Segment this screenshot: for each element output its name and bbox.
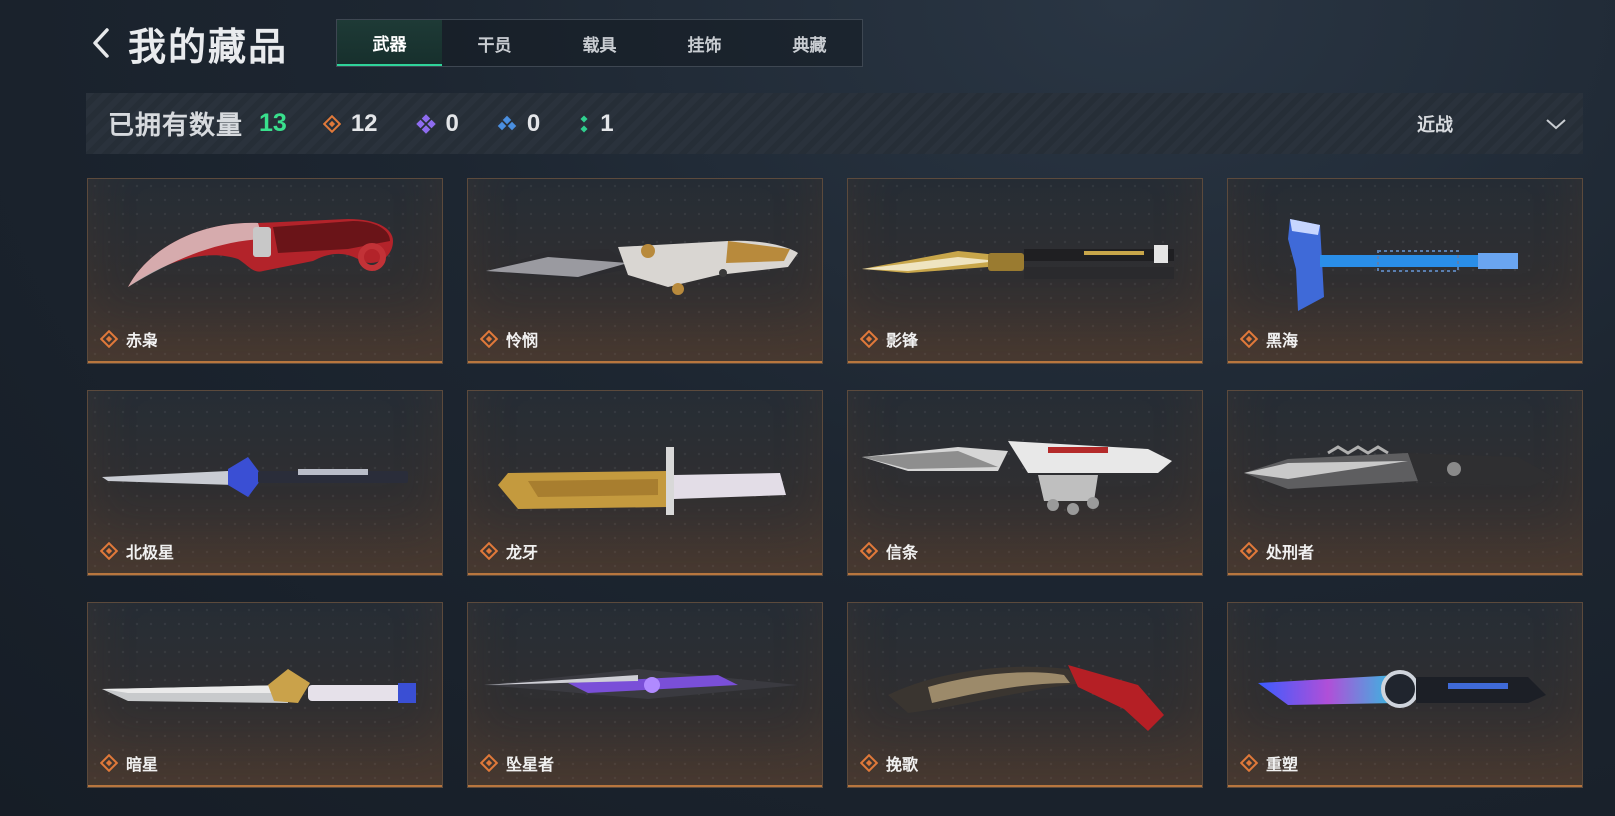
item-label: 处刑者: [1266, 545, 1315, 562]
item-card[interactable]: 北极星: [87, 390, 443, 576]
tab-collection[interactable]: 典藏: [757, 20, 862, 66]
serrated-knife-icon: [1244, 445, 1554, 489]
category-tabs: 武器 干员 载具 挂饰 典藏: [336, 19, 863, 67]
knuckle-knife-icon: [862, 441, 1172, 515]
summary-bar: 已拥有数量 13 12 0 0 1 近战: [86, 93, 1583, 154]
orange-diamond-icon: [860, 330, 878, 348]
item-name: 怜悯: [480, 327, 538, 351]
tactical-axe-icon: [1288, 219, 1518, 311]
item-label: 坠星者: [506, 757, 555, 774]
item-name: 信条: [860, 539, 918, 563]
stiletto-knife-icon: [102, 457, 408, 497]
orange-diamond-icon: [480, 330, 498, 348]
owned-count-value: 13: [259, 109, 287, 137]
item-label: 重塑: [1266, 757, 1299, 774]
chevron-left-icon: [93, 28, 109, 58]
item-label: 黑海: [1266, 333, 1299, 350]
orange-diamond-icon: [480, 754, 498, 772]
rarity-count-green: 1: [578, 109, 614, 138]
dagger-icon: [102, 669, 416, 703]
item-label: 信条: [886, 545, 919, 562]
item-label: 龙牙: [506, 545, 539, 562]
rarity-count-purple: 0: [415, 109, 459, 138]
chevron-down-icon: [1546, 118, 1566, 129]
orange-diamond-icon: [100, 330, 118, 348]
rarity-count-value: 0: [445, 109, 459, 137]
item-card[interactable]: 赤枭: [87, 178, 443, 364]
item-name: 重塑: [1240, 751, 1298, 775]
item-card[interactable]: 龙牙: [467, 390, 823, 576]
item-card[interactable]: 挽歌: [847, 602, 1203, 788]
item-name: 坠星者: [480, 751, 554, 775]
item-name: 处刑者: [1240, 539, 1314, 563]
tab-operators[interactable]: 干员: [442, 20, 547, 66]
item-name: 北极星: [100, 539, 174, 563]
orange-diamond-icon: [1240, 542, 1258, 560]
page-header: 我的藏品: [86, 18, 289, 69]
tab-weapons[interactable]: 武器: [337, 20, 442, 66]
tab-charms[interactable]: 挂饰: [652, 20, 757, 66]
item-card[interactable]: 黑海: [1227, 178, 1583, 364]
item-card[interactable]: 坠星者: [467, 602, 823, 788]
orange-diamond-icon: [860, 542, 878, 560]
owned-count-label: 已拥有数量: [108, 110, 244, 140]
purple-diamond-icon: [415, 113, 436, 134]
item-card[interactable]: 处刑者: [1227, 390, 1583, 576]
bayonet-knife-icon: [498, 447, 786, 515]
rarity-count-blue: 0: [497, 110, 540, 138]
page-title: 我的藏品: [128, 26, 289, 69]
rarity-count-value: 12: [350, 109, 378, 137]
item-card[interactable]: 信条: [847, 390, 1203, 576]
knife-icon: [486, 240, 798, 295]
item-label: 暗星: [126, 757, 159, 774]
item-label: 影锋: [886, 333, 919, 350]
item-label: 挽歌: [886, 757, 919, 774]
item-label: 北极星: [126, 545, 175, 562]
item-label: 赤枭: [126, 333, 159, 350]
item-name: 赤枭: [100, 327, 158, 351]
rarity-count-value: 0: [526, 109, 541, 137]
collection-grid: 赤枭 怜悯 影锋 黑海 北极星 龙牙 信条 处刑者 暗星 坠星者 挽歌 重塑: [87, 178, 1583, 788]
orange-diamond-icon: [100, 542, 118, 560]
green-dots-icon: [580, 114, 588, 133]
tanto-knife-icon: [1258, 670, 1546, 708]
blue-diamond-icon: [497, 115, 517, 130]
filter-selected-value: 近战: [1417, 114, 1453, 135]
orange-diamond-icon: [322, 114, 341, 133]
karambit-knife-icon: [128, 219, 393, 287]
item-card[interactable]: 怜悯: [467, 178, 823, 364]
orange-diamond-icon: [860, 754, 878, 772]
item-card[interactable]: 影锋: [847, 178, 1203, 364]
back-button[interactable]: [86, 23, 116, 63]
item-name: 挽歌: [860, 751, 918, 775]
kukri-knife-icon: [888, 665, 1164, 731]
item-label: 怜悯: [506, 333, 539, 350]
item-card[interactable]: 暗星: [87, 602, 443, 788]
category-filter-dropdown[interactable]: 近战: [1417, 93, 1567, 154]
item-card[interactable]: 重塑: [1227, 602, 1583, 788]
tab-vehicles[interactable]: 载具: [547, 20, 652, 66]
rarity-count-value: 1: [600, 109, 614, 137]
item-name: 影锋: [860, 327, 918, 351]
orange-diamond-icon: [100, 754, 118, 772]
rarity-count-orange: 12: [322, 109, 378, 138]
item-name: 龙牙: [480, 539, 538, 563]
orange-diamond-icon: [1240, 754, 1258, 772]
item-name: 黑海: [1240, 327, 1298, 351]
item-name: 暗星: [100, 751, 158, 775]
butterfly-knife-icon: [862, 245, 1174, 279]
orange-diamond-icon: [1240, 330, 1258, 348]
orange-diamond-icon: [480, 542, 498, 560]
blade-icon: [484, 669, 798, 699]
